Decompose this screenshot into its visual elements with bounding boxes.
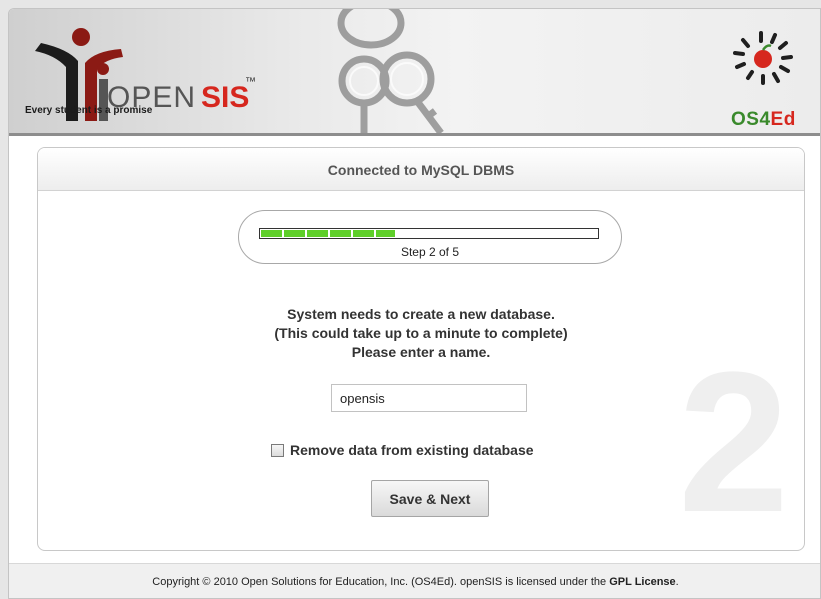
os4ed-suffix: Ed [770, 109, 796, 130]
os4ed-brand-text: OS4Ed [731, 109, 796, 131]
message-line-1: System needs to create a new database. [287, 306, 555, 322]
step-number-watermark: 2 [678, 331, 790, 551]
instruction-message: System needs to create a new database. (… [38, 305, 804, 362]
installer-panel: Connected to MySQL DBMS 2 Step 2 of 5 Sy… [37, 147, 805, 551]
trademark-text: ™ [245, 76, 256, 88]
installer-window: OPEN SIS ™ Every student is a promise OS… [8, 8, 821, 599]
brand-tagline: Every student is a promise [25, 105, 153, 116]
header-banner: OPEN SIS ™ Every student is a promise OS… [9, 9, 820, 136]
remove-data-checkbox[interactable] [271, 443, 284, 457]
progress-fill [261, 230, 395, 237]
brand-sis-text: SIS [201, 81, 249, 114]
progress-bar [259, 228, 599, 239]
footer: Copyright © 2010 Open Solutions for Educ… [9, 563, 820, 598]
panel-title: Connected to MySQL DBMS [38, 148, 804, 191]
message-line-2: (This could take up to a minute to compl… [274, 325, 568, 341]
database-name-input[interactable] [331, 384, 527, 412]
save-next-button[interactable]: Save & Next [371, 480, 489, 517]
gpl-license-link[interactable]: GPL License [609, 576, 675, 588]
message-line-3: Please enter a name. [351, 344, 491, 360]
progress-indicator: Step 2 of 5 [238, 210, 622, 264]
remove-data-label[interactable]: Remove data from existing database [290, 442, 534, 458]
copyright-text: Copyright © 2010 Open Solutions for Educ… [152, 576, 607, 588]
remove-data-option[interactable]: Remove data from existing database [271, 440, 534, 460]
progress-label: Step 2 of 5 [400, 245, 460, 259]
keys-icon [337, 9, 444, 133]
os4ed-prefix: OS4 [731, 109, 771, 130]
footer-period: . [675, 576, 679, 588]
